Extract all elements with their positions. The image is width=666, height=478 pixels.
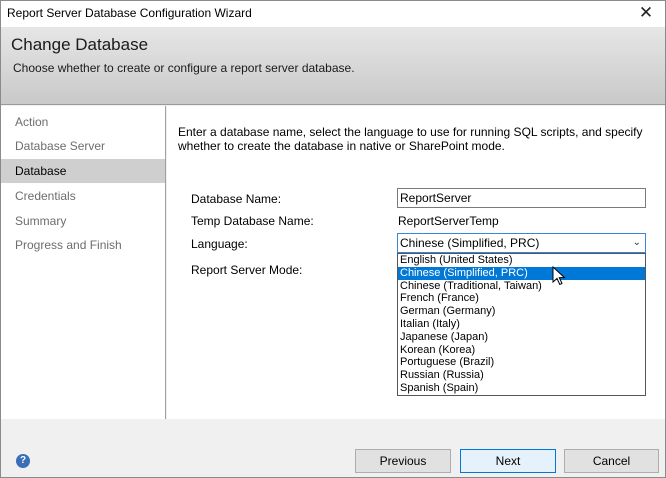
previous-button[interactable]: Previous bbox=[355, 449, 451, 473]
sidebar-item-credentials[interactable]: Credentials bbox=[1, 184, 165, 208]
language-option-highlighted[interactable]: Chinese (Simplified, PRC) bbox=[398, 266, 645, 280]
page-header: Change Database Choose whether to create… bbox=[1, 27, 665, 105]
database-name-input[interactable]: ReportServer bbox=[397, 188, 646, 208]
wizard-footer: ? Previous Next Cancel bbox=[1, 419, 665, 477]
title-bar: Report Server Database Configuration Wiz… bbox=[1, 1, 665, 27]
language-option[interactable]: Portuguese (Brazil) bbox=[398, 356, 645, 369]
close-icon[interactable]: ✕ bbox=[633, 3, 659, 25]
main-content: Enter a database name, select the langua… bbox=[167, 106, 665, 419]
sidebar-item-progress-and-finish[interactable]: Progress and Finish bbox=[1, 233, 165, 257]
wizard-window: Report Server Database Configuration Wiz… bbox=[0, 0, 666, 478]
database-name-label: Database Name: bbox=[191, 192, 282, 206]
language-option[interactable]: French (France) bbox=[398, 292, 645, 305]
cancel-button[interactable]: Cancel bbox=[564, 449, 659, 473]
language-option[interactable]: German (Germany) bbox=[398, 305, 645, 318]
language-label: Language: bbox=[191, 237, 248, 251]
language-option[interactable]: Chinese (Traditional, Taiwan) bbox=[398, 280, 645, 293]
language-selected-value: Chinese (Simplified, PRC) bbox=[400, 236, 540, 250]
intro-text: Enter a database name, select the langua… bbox=[178, 125, 643, 153]
next-button[interactable]: Next bbox=[460, 449, 556, 473]
temp-database-name-value: ReportServerTemp bbox=[398, 214, 499, 228]
sidebar-item-action[interactable]: Action bbox=[1, 110, 165, 134]
page-subtitle: Choose whether to create or configure a … bbox=[13, 61, 355, 75]
language-option[interactable]: Spanish (Spain) bbox=[398, 382, 645, 395]
page-title: Change Database bbox=[11, 35, 149, 54]
window-title: Report Server Database Configuration Wiz… bbox=[7, 6, 252, 20]
language-option[interactable]: Italian (Italy) bbox=[398, 318, 645, 331]
language-dropdown-list[interactable]: English (United States) Chinese (Simplif… bbox=[397, 253, 646, 396]
temp-database-name-label: Temp Database Name: bbox=[191, 214, 314, 228]
language-option[interactable]: Russian (Russia) bbox=[398, 369, 645, 382]
wizard-steps-sidebar: Action Database Server Database Credenti… bbox=[1, 106, 166, 419]
sidebar-item-database-server[interactable]: Database Server bbox=[1, 134, 165, 158]
language-option[interactable]: Japanese (Japan) bbox=[398, 331, 645, 344]
sidebar-item-database[interactable]: Database bbox=[1, 159, 165, 183]
chevron-down-icon[interactable]: ⌄ bbox=[633, 234, 641, 252]
help-icon[interactable]: ? bbox=[16, 454, 30, 468]
language-select[interactable]: Chinese (Simplified, PRC) ⌄ bbox=[397, 233, 646, 253]
report-server-mode-label: Report Server Mode: bbox=[191, 263, 303, 277]
sidebar-item-summary[interactable]: Summary bbox=[1, 209, 165, 233]
language-option[interactable]: Korean (Korea) bbox=[398, 344, 645, 357]
mouse-cursor-icon bbox=[552, 266, 566, 286]
language-option[interactable]: English (United States) bbox=[398, 254, 645, 267]
